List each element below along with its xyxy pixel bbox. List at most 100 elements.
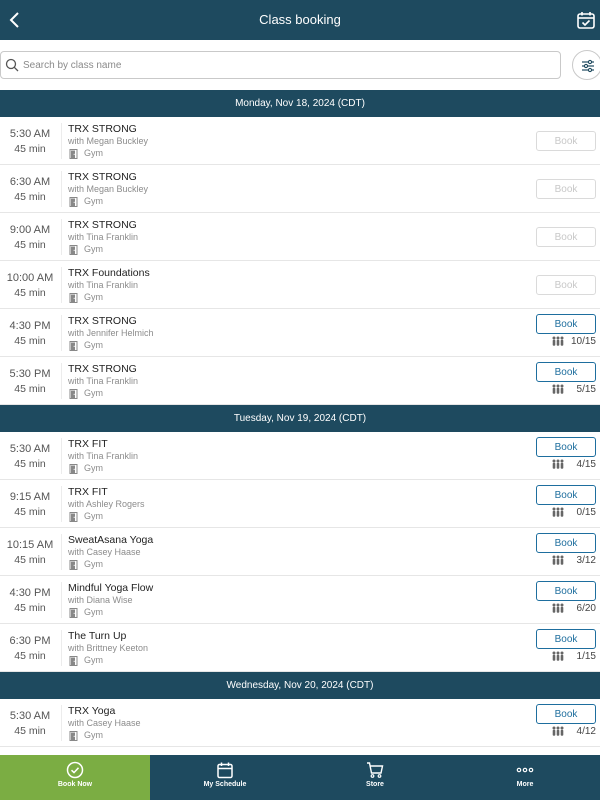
day-header: Monday, Nov 18, 2024 (CDT) bbox=[0, 90, 600, 117]
row-divider bbox=[61, 630, 62, 666]
class-list[interactable]: Monday, Nov 18, 2024 (CDT) 5:30 AM 45 mi… bbox=[0, 90, 600, 755]
top-app-bar: Class booking bbox=[0, 0, 600, 40]
book-button[interactable]: Book bbox=[536, 131, 596, 151]
location-label: Gym bbox=[84, 388, 103, 398]
attendees-icon bbox=[552, 651, 564, 661]
location-door-icon bbox=[69, 293, 78, 303]
class-row[interactable]: 10:00 AM 45 min TRX Foundations with Tin… bbox=[0, 261, 600, 309]
class-name: TRX FIT bbox=[68, 486, 108, 498]
calendar-check-icon[interactable] bbox=[576, 10, 596, 30]
filter-button[interactable] bbox=[572, 50, 600, 80]
class-name: The Turn Up bbox=[68, 630, 127, 642]
nav-item-label: Book Now bbox=[57, 781, 93, 788]
class-duration: 45 min bbox=[14, 602, 46, 614]
class-row[interactable]: 6:30 PM 45 min The Turn Up with Brittney… bbox=[0, 624, 600, 672]
nav-item-more[interactable]: More bbox=[450, 755, 600, 800]
class-duration: 45 min bbox=[14, 191, 46, 203]
class-start-time: 10:00 AM bbox=[6, 272, 54, 284]
attendees-icon bbox=[552, 459, 564, 469]
row-divider bbox=[61, 219, 62, 255]
row-divider bbox=[61, 438, 62, 474]
book-button[interactable]: Book bbox=[536, 179, 596, 199]
class-duration: 45 min bbox=[14, 335, 46, 347]
location-label: Gym bbox=[84, 292, 103, 302]
book-button[interactable]: Book bbox=[536, 629, 596, 649]
nav-item-store[interactable]: Store bbox=[300, 755, 450, 800]
day-class-rows: 5:30 AM 45 min TRX FIT with Tina Frankli… bbox=[0, 432, 600, 672]
day-section: Tuesday, Nov 19, 2024 (CDT) 5:30 AM 45 m… bbox=[0, 405, 600, 672]
class-row[interactable]: 4:30 PM 45 min Mindful Yoga Flow with Di… bbox=[0, 576, 600, 624]
attendees-icon bbox=[552, 726, 564, 736]
calendar-icon bbox=[216, 761, 234, 779]
class-start-time: 4:30 PM bbox=[9, 320, 51, 332]
nav-item-label: Store bbox=[366, 781, 384, 788]
row-divider bbox=[61, 486, 62, 522]
class-duration: 45 min bbox=[14, 383, 46, 395]
nav-item-label: More bbox=[516, 781, 534, 788]
book-button[interactable]: Book bbox=[536, 704, 596, 724]
bottom-navigation: Book Now My Schedule Store More bbox=[0, 755, 600, 800]
class-instructor: with Tina Franklin bbox=[68, 232, 139, 242]
location-label: Gym bbox=[84, 607, 103, 617]
location-door-icon bbox=[69, 560, 78, 570]
search-bar-row bbox=[0, 40, 600, 90]
location-door-icon bbox=[69, 731, 78, 741]
search-field[interactable] bbox=[0, 51, 561, 79]
class-instructor: with Diana Wise bbox=[68, 595, 133, 605]
location-door-icon bbox=[69, 389, 78, 399]
attendees-icon bbox=[552, 603, 564, 613]
class-row[interactable]: 5:30 AM 45 min TRX Yoga with Casey Haase… bbox=[0, 699, 600, 747]
class-row[interactable]: 6:30 AM 45 min TRX STRONG with Megan Buc… bbox=[0, 165, 600, 213]
class-start-time: 4:30 PM bbox=[9, 587, 51, 599]
day-class-rows: 5:30 AM 45 min TRX Yoga with Casey Haase… bbox=[0, 699, 600, 747]
attendees-icon bbox=[552, 384, 564, 394]
filter-sliders-icon bbox=[582, 59, 594, 73]
day-section: Wednesday, Nov 20, 2024 (CDT) 5:30 AM 45… bbox=[0, 672, 600, 747]
book-button[interactable]: Book bbox=[536, 227, 596, 247]
class-row[interactable]: 9:15 AM 45 min TRX FIT with Ashley Roger… bbox=[0, 480, 600, 528]
class-instructor: with Megan Buckley bbox=[68, 184, 149, 194]
spots-count: 4/12 bbox=[576, 726, 596, 737]
class-start-time: 9:00 AM bbox=[9, 224, 51, 236]
search-input[interactable] bbox=[23, 52, 553, 78]
location-label: Gym bbox=[84, 730, 103, 740]
location-label: Gym bbox=[84, 559, 103, 569]
class-name: Mindful Yoga Flow bbox=[68, 582, 154, 594]
class-row[interactable]: 10:15 AM 45 min SweatAsana Yoga with Cas… bbox=[0, 528, 600, 576]
class-row[interactable]: 5:30 PM 45 min TRX STRONG with Tina Fran… bbox=[0, 357, 600, 405]
book-button[interactable]: Book bbox=[536, 533, 596, 553]
class-start-time: 5:30 AM bbox=[9, 443, 51, 455]
class-instructor: with Ashley Rogers bbox=[68, 499, 145, 509]
book-button[interactable]: Book bbox=[536, 314, 596, 334]
class-start-time: 6:30 AM bbox=[9, 176, 51, 188]
book-button[interactable]: Book bbox=[536, 437, 596, 457]
nav-item-my-schedule[interactable]: My Schedule bbox=[150, 755, 300, 800]
spots-count: 5/15 bbox=[576, 384, 596, 395]
class-start-time: 6:30 PM bbox=[9, 635, 51, 647]
class-start-time: 5:30 PM bbox=[9, 368, 51, 380]
class-row[interactable]: 5:30 AM 45 min TRX STRONG with Megan Buc… bbox=[0, 117, 600, 165]
class-name: TRX STRONG bbox=[68, 219, 137, 231]
row-divider bbox=[61, 267, 62, 303]
location-label: Gym bbox=[84, 244, 103, 254]
search-icon bbox=[5, 58, 19, 72]
book-button[interactable]: Book bbox=[536, 485, 596, 505]
class-duration: 45 min bbox=[14, 650, 46, 662]
location-door-icon bbox=[69, 149, 78, 159]
location-label: Gym bbox=[84, 655, 103, 665]
location-label: Gym bbox=[84, 148, 103, 158]
nav-item-book-now[interactable]: Book Now bbox=[0, 755, 150, 800]
location-door-icon bbox=[69, 512, 78, 522]
day-class-rows: 5:30 AM 45 min TRX STRONG with Megan Buc… bbox=[0, 117, 600, 405]
book-button[interactable]: Book bbox=[536, 362, 596, 382]
book-button[interactable]: Book bbox=[536, 581, 596, 601]
class-name: TRX STRONG bbox=[68, 123, 137, 135]
class-row[interactable]: 4:30 PM 45 min TRX STRONG with Jennifer … bbox=[0, 309, 600, 357]
class-row[interactable]: 9:00 AM 45 min TRX STRONG with Tina Fran… bbox=[0, 213, 600, 261]
class-instructor: with Brittney Keeton bbox=[68, 643, 149, 653]
class-name: TRX FIT bbox=[68, 438, 108, 450]
class-row[interactable]: 5:30 AM 45 min TRX FIT with Tina Frankli… bbox=[0, 432, 600, 480]
book-button[interactable]: Book bbox=[536, 275, 596, 295]
class-duration: 45 min bbox=[14, 143, 46, 155]
row-divider bbox=[61, 315, 62, 351]
